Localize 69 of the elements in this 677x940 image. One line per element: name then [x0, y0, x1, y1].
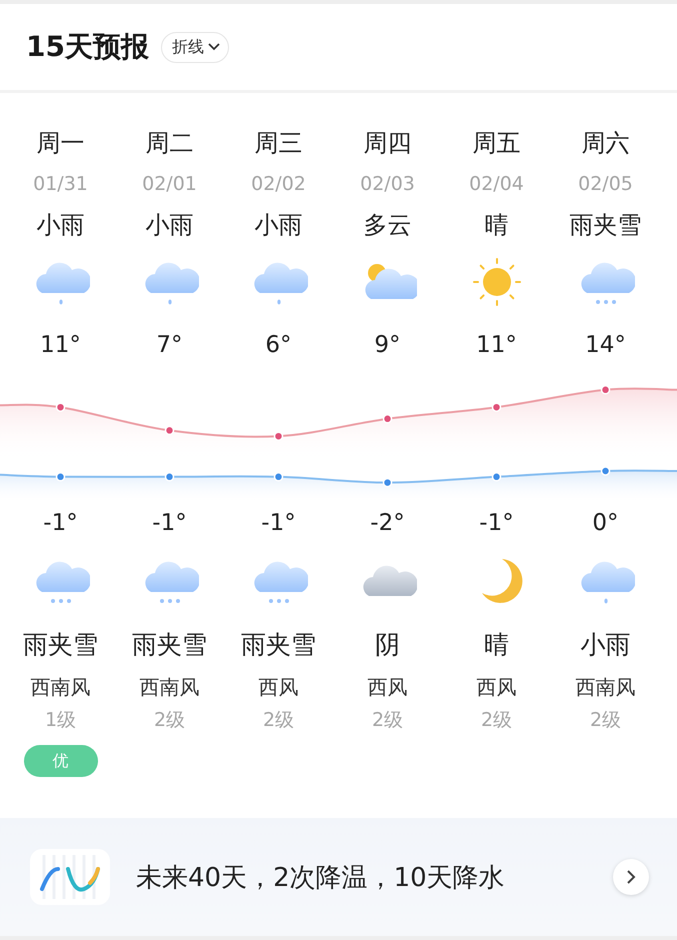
night-condition: 晴	[484, 628, 509, 660]
day-condition: 晴	[484, 210, 508, 241]
weekday: 周四	[364, 128, 412, 159]
high-point	[164, 426, 174, 436]
low-temperature: -2°	[370, 510, 405, 536]
date: 02/05	[578, 173, 633, 195]
outlook-summary: 未来40天，2次降温，10天降水	[136, 862, 506, 894]
high-temperature: 11°	[476, 332, 517, 358]
outlook-banner[interactable]: 未来40天，2次降温，10天降水	[0, 818, 677, 940]
chevron-right-button[interactable]	[613, 859, 649, 895]
low-temperature: -1°	[43, 510, 78, 536]
date: 02/01	[142, 173, 197, 195]
weekday: 周二	[146, 128, 194, 159]
wind-level: 2级	[262, 708, 294, 733]
low-point	[164, 472, 174, 482]
date: 02/03	[360, 173, 415, 195]
day-condition: 小雨	[146, 210, 194, 241]
high-temperature: 9°	[374, 332, 401, 358]
low-point	[600, 466, 610, 476]
day-condition: 雨夹雪	[570, 210, 642, 241]
wind-level: 1级	[44, 708, 76, 733]
wind-level: 2级	[154, 708, 186, 733]
high-temperature: 6°	[265, 332, 292, 358]
night-condition: 雨夹雪	[241, 628, 316, 660]
date: 02/04	[469, 173, 524, 195]
day-condition: 多云	[364, 210, 412, 241]
low-temperature: -1°	[152, 510, 187, 536]
date: 02/02	[251, 173, 306, 195]
night-condition: 雨夹雪	[23, 628, 98, 660]
wind-level: 2级	[480, 708, 512, 733]
high-point	[274, 431, 284, 441]
high-temperature: 11°	[40, 332, 81, 358]
chevron-right-icon	[626, 869, 636, 885]
day-condition: 小雨	[254, 210, 302, 241]
low-point	[56, 472, 66, 482]
page-title: 15天预报	[26, 29, 149, 65]
night-condition: 雨夹雪	[132, 628, 207, 660]
wind-direction: 西南风	[140, 674, 200, 700]
wind-direction: 西风	[258, 674, 298, 700]
wind-direction: 西风	[476, 674, 516, 700]
weekday: 周五	[472, 128, 520, 159]
wave-chart-icon	[28, 847, 112, 907]
wind-direction: 西风	[368, 674, 408, 700]
weekday: 周六	[582, 128, 630, 159]
weekday: 周三	[254, 128, 302, 159]
chevron-down-icon	[208, 43, 220, 51]
high-point	[382, 414, 392, 424]
wind-level: 2级	[372, 708, 404, 733]
low-point	[274, 472, 284, 482]
wind-direction: 西南风	[576, 674, 636, 700]
high-point	[56, 402, 66, 412]
low-point	[492, 472, 502, 482]
date: 01/31	[33, 173, 88, 195]
low-temperature: 0°	[592, 510, 619, 536]
high-temperature: 7°	[156, 332, 183, 358]
night-condition: 小雨	[580, 628, 630, 660]
low-temperature: -1°	[261, 510, 296, 536]
air-quality-badge: 优	[24, 745, 98, 777]
chart-mode-dropdown[interactable]: 折线	[160, 32, 229, 62]
high-temperature: 14°	[585, 332, 626, 358]
wind-level: 2级	[590, 708, 622, 733]
night-condition: 阴	[375, 628, 400, 660]
low-point	[382, 478, 392, 488]
high-point	[492, 402, 502, 412]
low-temperature: -1°	[479, 510, 514, 536]
wind-direction: 西南风	[30, 674, 90, 700]
high-point	[600, 385, 610, 395]
weekday: 周一	[36, 128, 84, 159]
day-condition: 小雨	[36, 210, 84, 241]
